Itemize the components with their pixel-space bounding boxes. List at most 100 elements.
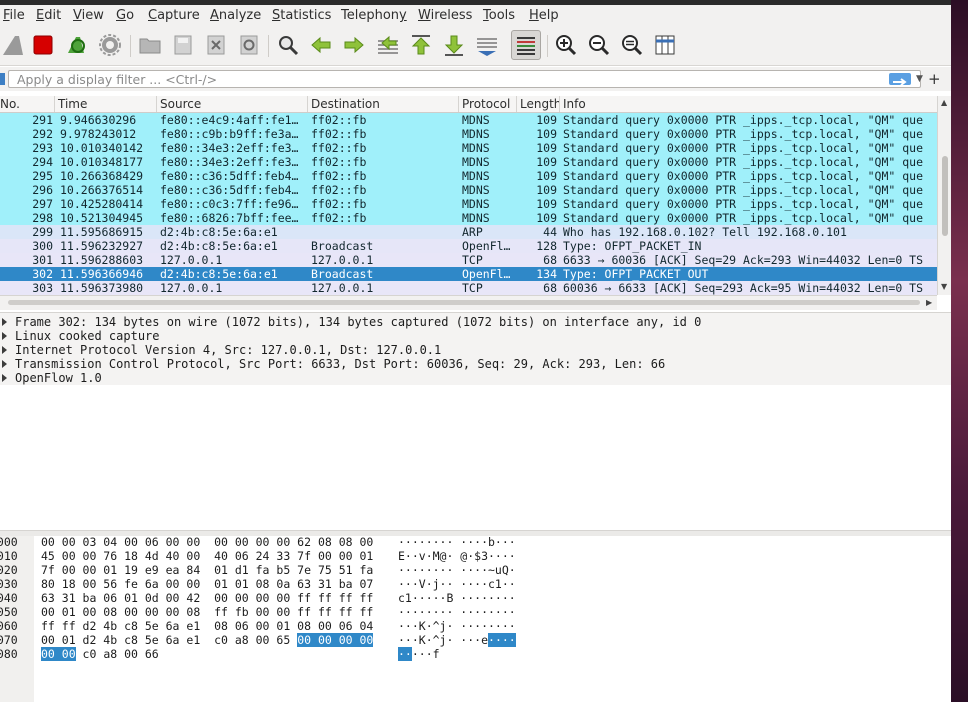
menu-analyze[interactable]: Analyze — [210, 8, 261, 23]
packet-time: 10.425280414 — [60, 197, 144, 211]
expand-triangle-icon[interactable] — [2, 360, 7, 368]
packet-source: fe80::c36:5dff:feb4… — [160, 183, 299, 197]
packet-length: 134 — [536, 267, 557, 281]
resize-columns-icon[interactable] — [652, 32, 678, 58]
packet-source: fe80::c36:5dff:feb4… — [160, 169, 299, 183]
scroll-down-arrow-icon[interactable]: ▼ — [941, 282, 947, 291]
packet-row[interactable]: 294 10.010348177 fe80::34e3:2eff:fe3… ff02:… — [0, 155, 937, 169]
auto-scroll-icon[interactable] — [474, 32, 500, 58]
column-header-destination[interactable]: Destination — [308, 96, 459, 112]
find-packet-magnifier-icon[interactable] — [275, 32, 301, 58]
column-header-info[interactable]: Info — [560, 96, 937, 112]
detail-tree-item-openflow[interactable]: OpenFlow 1.0 — [0, 371, 951, 385]
packet-bytes-pane: 000000 00 03 04 00 06 00 00 00 00 00 00 … — [0, 535, 951, 702]
go-back-arrow-icon[interactable] — [308, 32, 334, 58]
save-file-icon[interactable] — [170, 32, 196, 58]
menu-file[interactable]: File — [3, 8, 25, 23]
colorize-packet-list-icon[interactable] — [511, 30, 541, 60]
go-forward-arrow-icon[interactable] — [341, 32, 367, 58]
menu-telephony[interactable]: Telephony — [341, 8, 407, 23]
column-header-length[interactable]: Length — [517, 96, 560, 112]
packet-no: 294 — [32, 155, 53, 169]
expand-triangle-icon[interactable] — [2, 374, 7, 382]
expand-triangle-icon[interactable] — [2, 346, 7, 354]
column-header-no[interactable]: No. — [0, 96, 55, 112]
menu-view[interactable]: View — [73, 8, 104, 23]
menu-capture[interactable]: Capture — [148, 8, 200, 23]
packet-protocol: MDNS — [462, 113, 490, 127]
packet-info: Type: OFPT_PACKET_IN — [563, 239, 702, 253]
packet-row[interactable]: 296 10.266376514 fe80::c36:5dff:feb4… ff02:… — [0, 183, 937, 197]
packet-row[interactable]: 297 10.425280414 fe80::c0c3:7ff:fe96… ff02:… — [0, 197, 937, 211]
packet-list-horizontal-scrollbar[interactable]: ▶ — [0, 295, 937, 310]
packet-row[interactable]: 292 9.978243012 fe80::c9b:b9ff:fe3a… ff02::… — [0, 127, 937, 141]
stop-capture-icon[interactable] — [30, 32, 56, 58]
menu-edit[interactable]: Edit — [36, 8, 61, 23]
packet-row[interactable]: 300 11.596232927 d2:4b:c8:5e:6a:e1 Broadcas… — [0, 239, 937, 253]
expand-triangle-icon[interactable] — [2, 318, 7, 326]
packet-row[interactable]: 293 10.010340142 fe80::34e3:2eff:fe3… ff02:… — [0, 141, 937, 155]
restart-capture-icon[interactable] — [63, 32, 89, 58]
packet-protocol: ARP — [462, 225, 483, 239]
packet-length: 68 — [543, 281, 557, 295]
column-header-source[interactable]: Source — [157, 96, 308, 112]
packet-info: Standard query 0x0000 PTR _ipps._tcp.loc… — [563, 169, 924, 183]
packet-list-header: No. Time Source Destination Protocol Len… — [0, 96, 937, 113]
expand-triangle-icon[interactable] — [2, 332, 7, 340]
add-filter-button-plus-icon[interactable]: + — [928, 70, 941, 88]
packet-destination: ff02::fb — [311, 183, 367, 197]
packet-row[interactable]: 295 10.266368429 fe80::c36:5dff:feb4… ff02:… — [0, 169, 937, 183]
detail-tree-item-linux-cooked[interactable]: Linux cooked capture — [0, 329, 951, 343]
zoom-in-icon[interactable] — [553, 32, 579, 58]
reload-file-icon[interactable] — [236, 32, 262, 58]
packet-list-vertical-scrollbar[interactable]: ▲ ▼ — [937, 96, 951, 295]
packet-source: fe80::e4c9:4aff:fe1… — [160, 113, 299, 127]
scroll-up-arrow-icon[interactable]: ▲ — [941, 98, 947, 107]
packet-row[interactable]: 303 11.596373980 127.0.0.1 127.0.0.1 TCP 68 60… — [0, 281, 937, 295]
normal-size-icon[interactable] — [619, 32, 645, 58]
go-first-packet-icon[interactable] — [408, 32, 434, 58]
scroll-thumb[interactable] — [942, 156, 948, 236]
close-file-icon[interactable] — [203, 32, 229, 58]
column-header-protocol[interactable]: Protocol — [459, 96, 517, 112]
packet-time: 9.978243012 — [60, 127, 137, 141]
packet-destination: ff02::fb — [311, 127, 367, 141]
go-last-packet-icon[interactable] — [441, 32, 467, 58]
menu-statistics[interactable]: Statistics — [272, 8, 331, 23]
packet-row[interactable]: 298 10.521304945 fe80::6826:7bff:fee… ff02:… — [0, 211, 937, 225]
column-header-time[interactable]: Time — [55, 96, 157, 112]
detail-tree-item-ipv4[interactable]: Internet Protocol Version 4, Src: 127.0.… — [0, 343, 951, 357]
display-filter-bar: Apply a display filter ... <Ctrl-/> ▼ + — [0, 67, 951, 91]
menu-tools[interactable]: Tools — [483, 8, 515, 23]
apply-filter-arrow-icon[interactable] — [889, 73, 911, 86]
capture-options-gear-icon[interactable] — [97, 32, 123, 58]
scroll-thumb[interactable] — [8, 300, 920, 305]
packet-protocol: TCP — [462, 281, 483, 295]
packet-protocol: TCP — [462, 253, 483, 267]
main-toolbar — [0, 27, 951, 66]
menu-help[interactable]: Help — [529, 8, 559, 23]
open-file-folder-icon[interactable] — [137, 32, 163, 58]
packet-row-selected[interactable]: 302 11.596366946 d2:4b:c8:5e:6a:e1 Broadcas… — [0, 267, 937, 281]
packet-info: Standard query 0x0000 PTR _ipps._tcp.loc… — [563, 197, 924, 211]
packet-row[interactable]: 291 9.946630296 fe80::e4c9:4aff:fe1… ff02::… — [0, 113, 937, 127]
packet-source: 127.0.0.1 — [160, 253, 223, 267]
detail-tree-item-frame[interactable]: Frame 302: 134 bytes on wire (1072 bits)… — [0, 315, 951, 329]
packet-time: 9.946630296 — [60, 113, 137, 127]
packet-protocol: MDNS — [462, 141, 490, 155]
packet-row[interactable]: 299 11.595686915 d2:4b:c8:5e:6a:e1 ARP 44 Who… — [0, 225, 937, 239]
shark-fin-start-icon[interactable] — [0, 32, 26, 58]
go-to-packet-icon[interactable] — [375, 32, 401, 58]
menu-wireless[interactable]: Wireless — [418, 8, 472, 23]
display-filter-input[interactable]: Apply a display filter ... <Ctrl-/> ▼ — [8, 70, 923, 88]
packet-source: fe80::c0c3:7ff:fe96… — [160, 197, 299, 211]
detail-tree-item-tcp[interactable]: Transmission Control Protocol, Src Port:… — [0, 357, 951, 371]
scroll-right-arrow-icon[interactable]: ▶ — [926, 298, 932, 307]
zoom-out-icon[interactable] — [586, 32, 612, 58]
filter-history-dropdown-icon[interactable]: ▼ — [916, 74, 923, 84]
packet-row[interactable]: 301 11.596288603 127.0.0.1 127.0.0.1 TCP 68 66… — [0, 253, 937, 267]
packet-no: 291 — [32, 113, 53, 127]
filter-bookmark-icon[interactable] — [0, 73, 5, 85]
packet-length: 44 — [543, 225, 557, 239]
menu-go[interactable]: Go — [116, 8, 134, 23]
